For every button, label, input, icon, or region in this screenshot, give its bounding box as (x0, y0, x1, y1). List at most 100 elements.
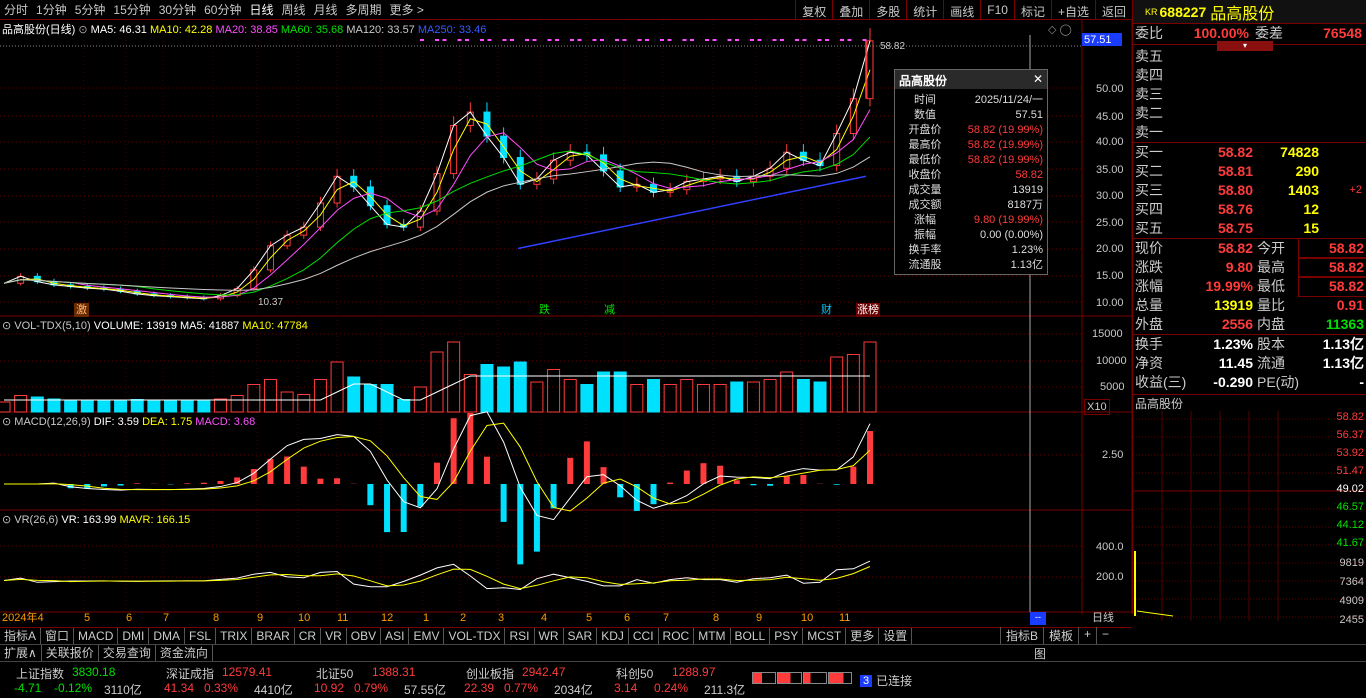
period-monthly[interactable]: 月线 (310, 1, 342, 18)
period-fenshi[interactable]: 分时 (0, 1, 32, 18)
period-15min[interactable]: 15分钟 (109, 1, 154, 18)
period-60min[interactable]: 60分钟 (200, 1, 245, 18)
indicator-tab[interactable]: OBV (347, 628, 382, 644)
indicator-tab[interactable]: RSI (505, 628, 535, 644)
indicator-b-tab[interactable]: 模板 (1043, 627, 1078, 644)
indicator-tab[interactable]: MACD (74, 628, 119, 644)
indicator-tab[interactable]: BOLL (731, 628, 771, 644)
period-5min[interactable]: 5分钟 (71, 1, 110, 18)
event-marker[interactable]: 跌 (539, 303, 550, 317)
index-name[interactable]: 深证成指 (166, 665, 214, 682)
stat-label: 最低 (1257, 278, 1285, 294)
stats-button[interactable]: 统计 (906, 0, 943, 19)
indicator-tab[interactable]: CR (295, 628, 322, 644)
event-marker[interactable]: 涨榜 (856, 303, 880, 317)
bid-row[interactable]: 买二 58.81 290 (1133, 162, 1366, 181)
indicator-tab[interactable]: SAR (564, 628, 598, 644)
index-name[interactable]: 北证50 (316, 665, 353, 682)
mark-button[interactable]: 标记 (1013, 0, 1051, 19)
signal-dot (840, 39, 844, 41)
indicator-tab[interactable]: TRIX (216, 628, 253, 644)
indicator-tab[interactable]: 指标A (0, 628, 42, 644)
extend-tab[interactable]: 交易查询 (99, 645, 156, 661)
index-name[interactable]: 创业板指 (466, 665, 514, 682)
stat-label: 现价 (1135, 240, 1163, 256)
indicator-tab[interactable]: PSY (770, 628, 804, 644)
connection-status[interactable]: 3 已连接 (860, 672, 912, 689)
tooltip-key: 涨幅 (914, 214, 936, 226)
date-axis: 2024年4 5 6 7 8 9 10 11 12 1 2 3 4 5 6 7 8 9 10 11 (0, 611, 1082, 625)
indicator-tab[interactable]: CCI (629, 628, 659, 644)
indicator-tab[interactable]: FSL (185, 628, 217, 644)
bid-row[interactable]: 买三 58.80 1403 +2 (1133, 181, 1366, 200)
indicator-tab[interactable]: 窗口 (41, 628, 75, 644)
current-price-label: 57.51 (1084, 34, 1112, 46)
overlay-button[interactable]: 叠加 (832, 0, 869, 19)
settings-dot-icon[interactable]: ⊙ (2, 320, 11, 332)
indicator-tab[interactable]: KDJ (597, 628, 629, 644)
indicator-tab[interactable]: BRAR (252, 628, 295, 644)
period-more[interactable]: 更多 > (386, 1, 428, 18)
mini-price-tick: 53.92 (1336, 447, 1364, 459)
indicator-b-tab[interactable]: − (1096, 627, 1114, 644)
period-multi[interactable]: 多周期 (342, 1, 386, 18)
indicator-tab[interactable]: DMI (118, 628, 150, 644)
ask-row: 卖二 (1133, 104, 1366, 123)
indicator-tab[interactable]: VOL-TDX (444, 628, 506, 644)
index-name[interactable]: 科创50 (616, 665, 653, 682)
settings-dot-icon[interactable]: ⊙ (2, 514, 11, 526)
volume-bar (30, 396, 44, 413)
add-watchlist-button[interactable]: +自选 (1050, 0, 1095, 19)
indicator-tab[interactable]: 设置 (879, 628, 913, 644)
tooltip-key: 流通股 (908, 259, 942, 271)
date-tick: 3 (498, 612, 505, 624)
indicator-b-tab[interactable]: 指标B (1000, 627, 1043, 644)
stat-value: 58.82 (1217, 240, 1253, 256)
chart-mode-button[interactable]: 图 (1034, 645, 1046, 662)
indicator-tab[interactable]: VR (321, 628, 347, 644)
stat-value: 58.82 (1298, 257, 1366, 278)
ma10-label: MA10: 42.28 (150, 24, 213, 36)
period-daily[interactable]: 日线 (245, 1, 277, 18)
f10-button[interactable]: F10 (980, 0, 1014, 19)
event-marker[interactable]: 减 (604, 303, 615, 317)
indicator-tab[interactable]: ROC (659, 628, 695, 644)
indicator-tab[interactable]: DMA (149, 628, 186, 644)
settings-dot-icon[interactable]: ⊙ (2, 416, 11, 428)
bid-row[interactable]: 买四 58.76 12 (1133, 200, 1366, 219)
bid-row[interactable]: 买一 58.82 74828 (1133, 143, 1366, 162)
indicator-tab[interactable]: EMV (409, 628, 445, 644)
back-button[interactable]: 返回 (1094, 0, 1132, 19)
event-marker[interactable]: 激 (74, 303, 89, 317)
period-1min[interactable]: 1分钟 (32, 1, 71, 18)
period-30min[interactable]: 30分钟 (155, 1, 200, 18)
extend-tab[interactable]: 资金流向 (156, 645, 213, 661)
bid-row[interactable]: 买五 58.75 15 (1133, 219, 1366, 238)
index-name[interactable]: 上证指数 (16, 665, 64, 682)
period-weekly[interactable]: 周线 (277, 1, 309, 18)
volume-legend: ⊙ VOL-TDX(5,10) VOLUME: 13919 MA5: 41887… (2, 319, 308, 333)
collapse-icon[interactable]: ▾ (1217, 41, 1273, 51)
indicator-tab[interactable]: MTM (694, 628, 731, 644)
indicator-tab[interactable]: ASI (381, 628, 410, 644)
tooltip-row: 流通股 1.13亿 (895, 258, 1047, 273)
settings-dot-icon[interactable]: ⊙ (78, 24, 87, 36)
mini-vol-bar (1136, 610, 1174, 617)
multi-stock-button[interactable]: 多股 (869, 0, 906, 19)
extend-tab[interactable]: 扩展∧ (0, 645, 42, 661)
chart-nav-icons[interactable]: ◇ ◯ (1048, 23, 1072, 36)
signal-dot (817, 39, 822, 41)
restore-rights-button[interactable]: 复权 (795, 0, 832, 19)
indicator-b-tab[interactable]: + (1078, 627, 1096, 644)
tooltip-row: 成交量 13919 (895, 183, 1047, 198)
index-pct: 0.24% (654, 681, 689, 695)
close-icon[interactable]: ✕ (1033, 72, 1043, 87)
ask-row: 卖一 (1133, 123, 1366, 142)
indicator-tab[interactable]: 更多 (846, 628, 880, 644)
weicha-value: 76548 (1323, 25, 1362, 41)
extend-tab[interactable]: 关联报价 (42, 645, 99, 661)
event-marker[interactable]: 财 (821, 303, 832, 317)
indicator-tab[interactable]: MCST (803, 628, 847, 644)
indicator-tab[interactable]: WR (535, 628, 564, 644)
draw-line-button[interactable]: 画线 (943, 0, 980, 19)
